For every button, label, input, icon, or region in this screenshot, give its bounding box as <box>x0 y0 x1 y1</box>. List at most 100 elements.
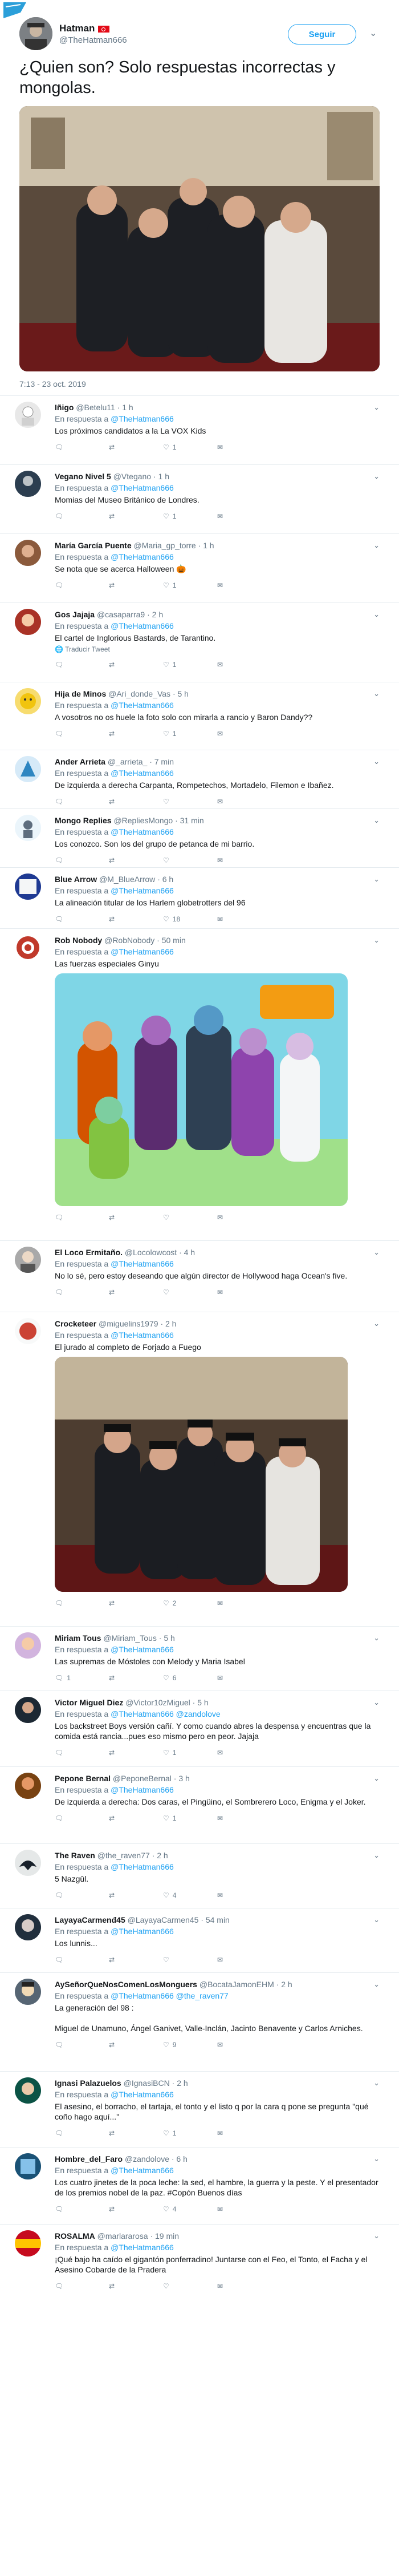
reply-author[interactable]: Ander Arrieta <box>55 757 105 766</box>
reply-time[interactable]: · 7 min <box>149 757 174 766</box>
author-handle[interactable]: @TheHatman666 <box>59 35 127 45</box>
chevron-down-icon[interactable]: ⌄ <box>373 1851 380 1860</box>
reply-time[interactable]: · 2 h <box>160 1319 176 1328</box>
reply-time[interactable]: · 5 h <box>193 1698 209 1707</box>
chevron-down-icon[interactable]: ⌄ <box>373 1698 380 1707</box>
retweet-button[interactable]: ⇄ <box>109 1749 163 1757</box>
reply-item[interactable]: Blue Arrow @M_BlueArrow · 6 h ⌄ En respu… <box>0 868 399 928</box>
reply-time[interactable]: · 6 h <box>157 875 173 884</box>
avatar[interactable] <box>15 935 41 961</box>
avatar[interactable] <box>15 1247 41 1273</box>
retweet-button[interactable]: ⇄ <box>109 2041 163 2049</box>
reply-handle[interactable]: @Ari_donde_Vas <box>108 689 170 698</box>
avatar[interactable] <box>15 874 41 900</box>
chevron-down-icon[interactable]: ⌄ <box>373 472 380 481</box>
like-button[interactable]: ♡ 18 <box>163 915 217 923</box>
reply-author[interactable]: Gos Jajaja <box>55 610 95 619</box>
retweet-button[interactable]: ⇄ <box>109 1214 163 1222</box>
reply-author[interactable]: Rob Nobody <box>55 936 102 945</box>
chevron-down-icon[interactable]: ⌄ <box>373 2231 380 2241</box>
retweet-button[interactable]: ⇄ <box>109 661 163 669</box>
reply-item[interactable]: Iñigo @Betelu11 · 1 h ⌄ En respuesta a @… <box>0 396 399 464</box>
avatar[interactable] <box>15 1632 41 1659</box>
like-button[interactable]: ♡ 2 <box>163 1599 217 1607</box>
reply-button[interactable]: 🗨 <box>55 856 109 864</box>
reply-image[interactable] <box>55 973 348 1206</box>
retweet-button[interactable]: ⇄ <box>109 915 163 923</box>
reply-author[interactable]: Pepone Bernal <box>55 1774 111 1783</box>
chevron-down-icon[interactable]: ⌄ <box>373 875 380 884</box>
reply-button[interactable]: 🗨 <box>55 512 109 520</box>
share-button[interactable]: ✉ <box>217 856 271 864</box>
reply-author[interactable]: AySeñorQueNosComenLosMonguers <box>55 1980 197 1989</box>
tweet-photo[interactable] <box>19 106 380 371</box>
reply-handle[interactable]: @marlararosa <box>97 2231 148 2241</box>
retweet-button[interactable]: ⇄ <box>109 581 163 589</box>
reply-handle[interactable]: @Vtegano <box>113 472 151 481</box>
reply-button[interactable]: 🗨 <box>55 1891 109 1899</box>
reply-handle[interactable]: @PeponeBernal <box>113 1774 172 1783</box>
reply-author[interactable]: Vegano Nivel 5 <box>55 472 111 481</box>
avatar[interactable] <box>15 2230 41 2256</box>
reply-handle[interactable]: @_arrieta_ <box>108 757 147 766</box>
retweet-button[interactable]: ⇄ <box>109 2129 163 2137</box>
reply-handle[interactable]: @Locolowcost <box>125 1248 177 1257</box>
like-button[interactable]: ♡ 1 <box>163 1749 217 1757</box>
reply-author[interactable]: María García Puente <box>55 541 132 550</box>
reply-author[interactable]: The Raven <box>55 1851 95 1860</box>
reply-button[interactable]: 🗨 <box>55 1599 109 1607</box>
reply-author[interactable]: Miriam Tous <box>55 1633 101 1643</box>
retweet-button[interactable]: ⇄ <box>109 1674 163 1682</box>
like-button[interactable]: ♡ 1 <box>163 443 217 451</box>
reply-author[interactable]: Ignasi Palazuelos <box>55 2078 121 2088</box>
retweet-button[interactable]: ⇄ <box>109 1288 163 1296</box>
share-button[interactable]: ✉ <box>217 443 271 451</box>
chevron-down-icon[interactable]: ⌄ <box>373 689 380 698</box>
reply-item[interactable]: María García Puente @Maria_gp_torre · 1 … <box>0 534 399 602</box>
reply-item[interactable]: Vegano Nivel 5 @Vtegano · 1 h ⌄ En respu… <box>0 465 399 533</box>
reply-handle[interactable]: @RobNobody <box>104 936 154 945</box>
retweet-button[interactable]: ⇄ <box>109 730 163 738</box>
chevron-down-icon[interactable]: ⌄ <box>373 1915 380 1924</box>
like-button[interactable]: ♡ 1 <box>163 581 217 589</box>
avatar[interactable] <box>15 1697 41 1723</box>
follow-button[interactable]: Seguir <box>288 24 356 45</box>
retweet-button[interactable]: ⇄ <box>109 1814 163 1822</box>
reply-item[interactable]: Rob Nobody @RobNobody · 50 min ⌄ En resp… <box>0 929 399 1240</box>
reply-button[interactable]: 🗨 <box>55 581 109 589</box>
reply-button[interactable]: 🗨 1 <box>55 1674 109 1682</box>
reply-author[interactable]: Mongo Replies <box>55 816 112 825</box>
reply-time[interactable]: · 1 h <box>198 541 214 550</box>
share-button[interactable]: ✉ <box>217 581 271 589</box>
chevron-down-icon[interactable]: ⌄ <box>373 541 380 550</box>
retweet-button[interactable]: ⇄ <box>109 512 163 520</box>
chevron-down-icon[interactable]: ⌄ <box>373 610 380 619</box>
reply-image[interactable] <box>55 1357 348 1592</box>
reply-time[interactable]: · 2 h <box>147 610 163 619</box>
reply-button[interactable]: 🗨 <box>55 730 109 738</box>
reply-handle[interactable]: @Miriam_Tous <box>103 1633 157 1643</box>
reply-author[interactable]: ROSALMA <box>55 2231 95 2241</box>
avatar[interactable] <box>15 756 41 782</box>
reply-item[interactable]: AySeñorQueNosComenLosMonguers @BocataJam… <box>0 1973 399 2071</box>
chevron-down-icon[interactable]: ⌄ <box>373 816 380 825</box>
reply-button[interactable]: 🗨 <box>55 661 109 669</box>
share-button[interactable]: ✉ <box>217 915 271 923</box>
reply-item[interactable]: The Raven @the_raven77 · 2 h ⌄ En respue… <box>0 1844 399 1908</box>
like-button[interactable]: ♡ <box>163 2282 217 2290</box>
reply-handle[interactable]: @M_BlueArrow <box>99 875 155 884</box>
reply-handle[interactable]: @RepliesMongo <box>113 816 173 825</box>
chevron-down-icon[interactable]: ⌄ <box>373 2078 380 2088</box>
like-button[interactable]: ♡ 1 <box>163 512 217 520</box>
retweet-button[interactable]: ⇄ <box>109 1956 163 1964</box>
share-button[interactable]: ✉ <box>217 2205 271 2213</box>
share-button[interactable]: ✉ <box>217 1891 271 1899</box>
reply-item[interactable]: Ander Arrieta @_arrieta_ · 7 min ⌄ En re… <box>0 750 399 808</box>
reply-author[interactable]: Blue Arrow <box>55 875 97 884</box>
reply-time[interactable]: · 6 h <box>172 2154 188 2163</box>
like-button[interactable]: ♡ 6 <box>163 1674 217 1682</box>
share-button[interactable]: ✉ <box>217 1956 271 1964</box>
reply-button[interactable]: 🗨 <box>55 1214 109 1222</box>
reply-handle[interactable]: @IgnasiBCN <box>124 2078 170 2088</box>
reply-author[interactable]: El Loco Ermitaño. <box>55 1248 123 1257</box>
